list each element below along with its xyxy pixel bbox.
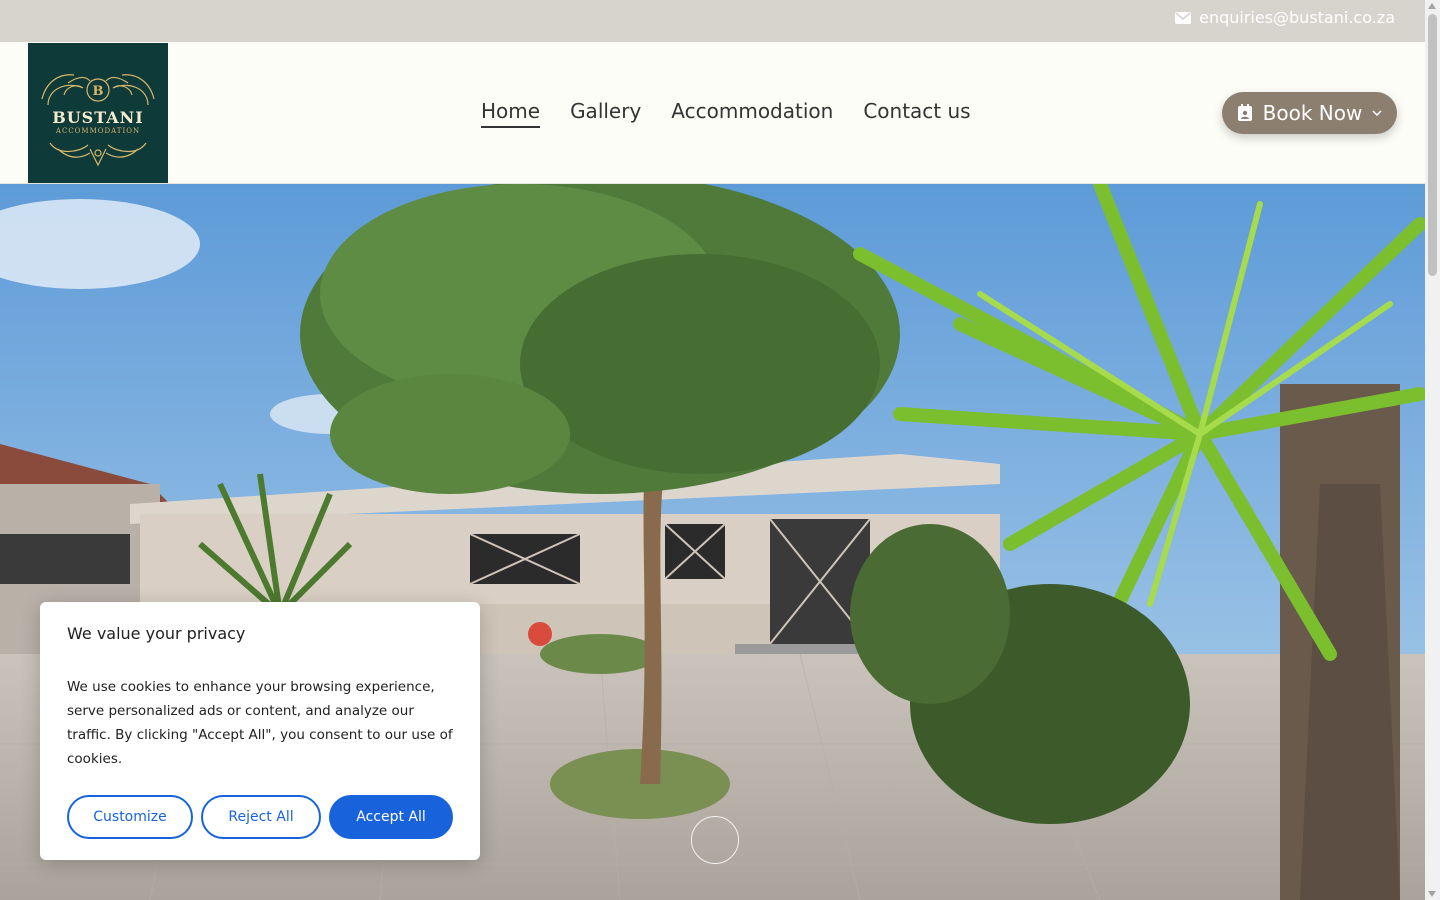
main-nav: Home Gallery Accommodation Contact us — [481, 99, 971, 128]
email-text[interactable]: enquiries@bustani.co.za — [1199, 8, 1395, 27]
top-bar: enquiries@bustani.co.za — [0, 0, 1425, 42]
chevron-down-icon — [1372, 110, 1382, 116]
cookie-actions: Customize Reject All Accept All — [67, 795, 453, 839]
nav-item-contact-us[interactable]: Contact us — [863, 99, 970, 128]
slide-indicator[interactable] — [691, 816, 739, 864]
scroll-down-icon[interactable] — [1428, 891, 1436, 897]
logo[interactable]: B BUSTANI ACCOMMODATION — [28, 43, 168, 183]
scroll-up-icon[interactable] — [1428, 3, 1436, 9]
logo-name: BUSTANI — [52, 108, 144, 127]
site-header: B BUSTANI ACCOMMODATION Home Gallery Acc… — [0, 42, 1425, 184]
customize-button[interactable]: Customize — [67, 795, 193, 839]
book-now-label: Book Now — [1262, 101, 1363, 125]
envelope-icon — [1175, 11, 1192, 24]
logo-subtitle: ACCOMMODATION — [55, 127, 141, 135]
nav-item-gallery[interactable]: Gallery — [570, 99, 641, 128]
nav-item-accommodation[interactable]: Accommodation — [671, 99, 833, 128]
book-now-button[interactable]: Book Now — [1222, 92, 1397, 134]
email-link[interactable]: enquiries@bustani.co.za — [1175, 8, 1395, 27]
reject-all-button[interactable]: Reject All — [201, 795, 321, 839]
page-scrollbar[interactable] — [1425, 0, 1440, 900]
svg-text:B: B — [93, 84, 104, 99]
cookie-banner: We value your privacy We use cookies to … — [40, 602, 480, 860]
cookie-body: We use cookies to enhance your browsing … — [67, 679, 453, 767]
accept-all-button[interactable]: Accept All — [329, 795, 453, 839]
nav-item-home[interactable]: Home — [481, 99, 541, 128]
scrollbar-thumb[interactable] — [1428, 14, 1437, 276]
cookie-title: We value your privacy — [67, 624, 246, 643]
calendar-icon — [1237, 104, 1252, 121]
